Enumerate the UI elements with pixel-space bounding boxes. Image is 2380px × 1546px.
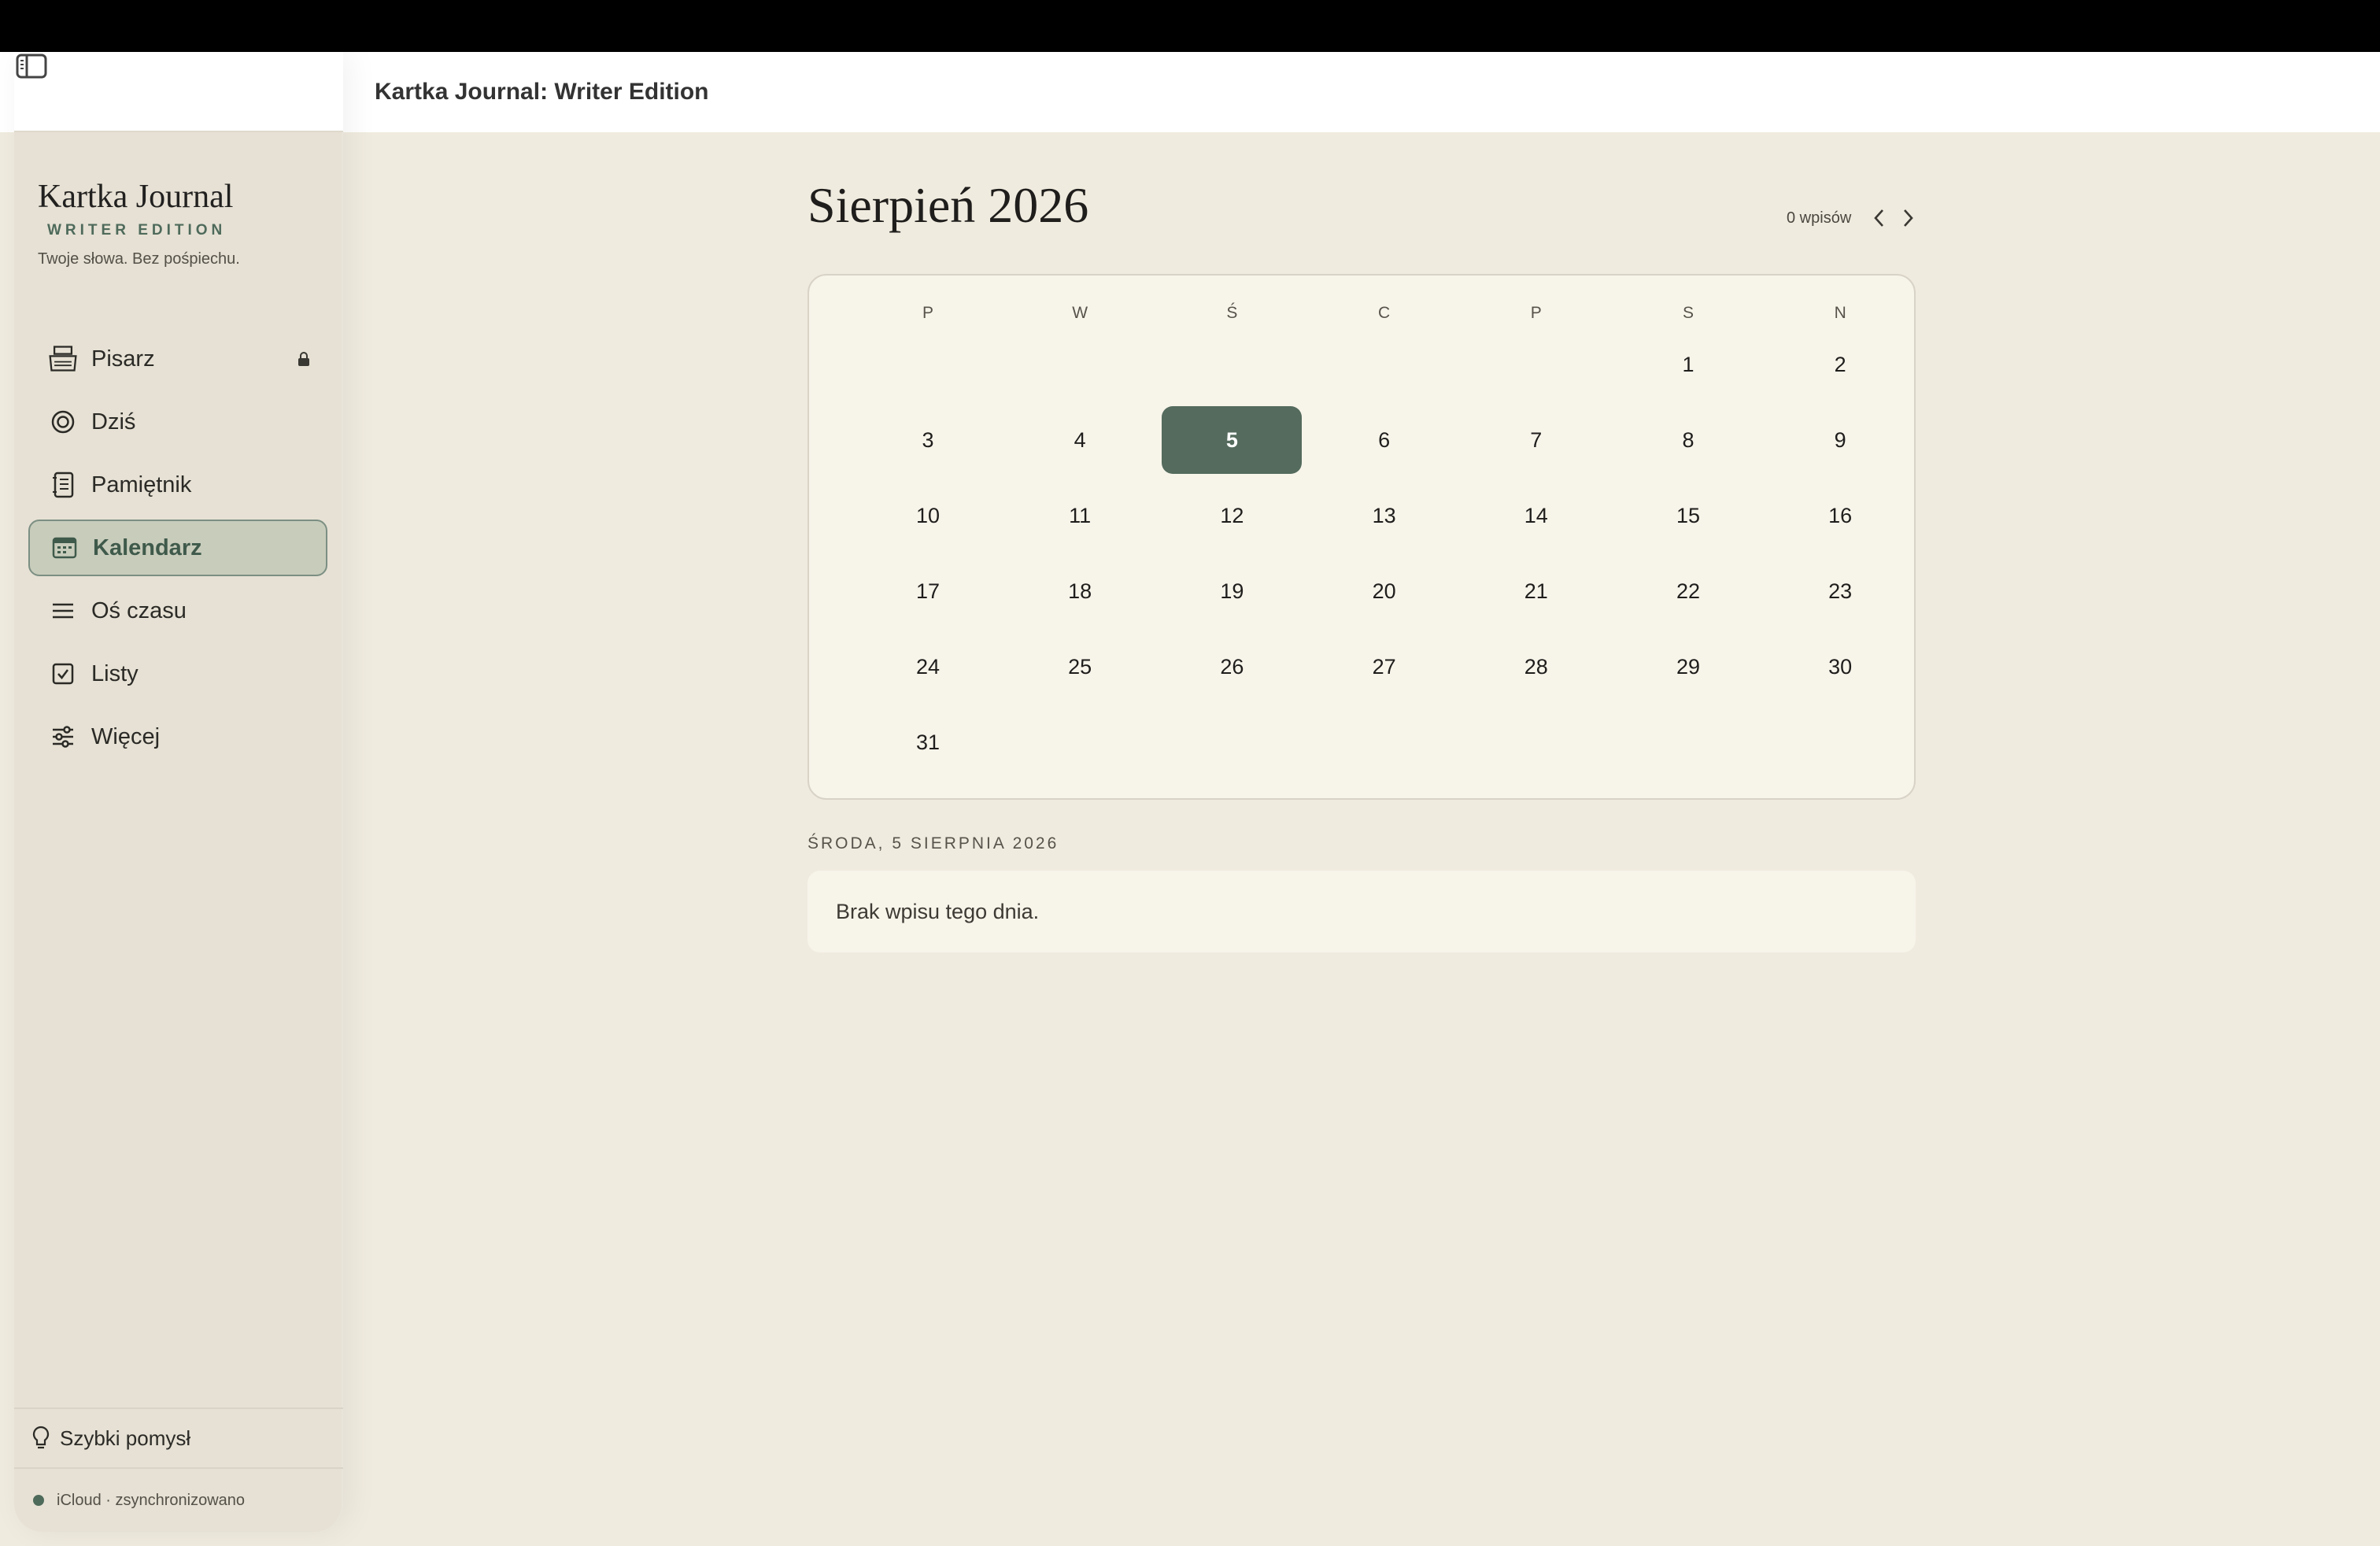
sidebar-item-label: Więcej — [91, 723, 161, 749]
calendar-day[interactable]: 22 — [1618, 557, 1758, 625]
day-entry-box[interactable]: Brak wpisu tego dnia. — [808, 871, 1916, 952]
sliders-icon — [47, 721, 79, 753]
sidebar-item-os-czasu[interactable]: Oś czasu — [28, 583, 327, 639]
weekday-header: P — [1530, 304, 1542, 322]
calendar-day[interactable]: 2 — [1770, 331, 1910, 398]
calendar-day[interactable]: 18 — [1010, 557, 1150, 625]
calendar-day[interactable]: 31 — [858, 708, 998, 776]
chevron-left-icon — [1874, 209, 1883, 227]
sync-dot-icon — [33, 1495, 44, 1506]
sidebar-item-wiecej[interactable]: Więcej — [28, 708, 327, 765]
brand-title: Kartka Journal — [38, 179, 234, 215]
calendar-day[interactable]: 16 — [1770, 482, 1910, 549]
sync-status-label: iCloud · zsynchronizowano — [57, 1491, 246, 1509]
lock-icon — [298, 351, 310, 371]
sync-status: iCloud · zsynchronizowano — [33, 1485, 245, 1516]
calendar-day[interactable]: 8 — [1618, 406, 1758, 474]
calendar-day[interactable]: 25 — [1010, 633, 1150, 701]
calendar-grid: P W Ś C P S N 1 2 3 4 5 6 7 8 9 10 11 12 13 14 15 16 17 18 19 20 21… — [808, 274, 1916, 800]
calendar-day[interactable]: 20 — [1314, 557, 1454, 625]
calendar-day[interactable]: 1 — [1618, 331, 1758, 398]
sidebar-item-label: Dziś — [91, 409, 136, 435]
calendar-icon — [49, 532, 80, 564]
calendar-day-selected[interactable]: 5 — [1162, 406, 1303, 474]
weekday-header: Ś — [1226, 304, 1238, 322]
calendar-day[interactable]: 11 — [1010, 482, 1150, 549]
entry-count: 0 wpisów — [1787, 209, 1852, 227]
sidebar-item-label: Kalendarz — [93, 534, 202, 560]
calendar-day[interactable]: 4 — [1010, 406, 1150, 474]
calendar-day[interactable]: 29 — [1618, 633, 1758, 701]
typewriter-icon — [47, 343, 79, 375]
menu-bar — [0, 0, 2380, 52]
calendar-day[interactable]: 9 — [1770, 406, 1910, 474]
calendar-day[interactable]: 7 — [1466, 406, 1606, 474]
sidebar-toggle-button[interactable] — [14, 52, 343, 84]
sidebar-item-label: Oś czasu — [91, 597, 187, 623]
checkbox-icon — [47, 658, 79, 690]
calendar-day[interactable]: 21 — [1466, 557, 1606, 625]
lines-icon — [47, 595, 79, 627]
calendar-day[interactable]: 27 — [1314, 633, 1454, 701]
title-bar: Kartka Journal: Writer Edition — [0, 52, 2380, 132]
sidebar-item-pisarz[interactable]: Pisarz — [28, 331, 327, 387]
weekday-header: P — [922, 304, 933, 322]
selected-date-heading: ŚRODA, 5 SIERPNIA 2026 — [808, 834, 1059, 853]
window-title: Kartka Journal: Writer Edition — [375, 79, 709, 105]
calendar-day[interactable]: 30 — [1770, 633, 1910, 701]
sidebar-item-listy[interactable]: Listy — [28, 645, 327, 702]
calendar-day[interactable]: 6 — [1314, 406, 1454, 474]
sidebar-item-kalendarz[interactable]: Kalendarz — [28, 520, 327, 576]
sidebar-item-dzis[interactable]: Dziś — [28, 394, 327, 450]
calendar-day[interactable]: 28 — [1466, 633, 1606, 701]
sidebar-item-label: Listy — [91, 660, 139, 686]
previous-month-button[interactable] — [1867, 205, 1890, 231]
sidebar: Kartka Journal WRITER EDITION Twoje słow… — [14, 52, 343, 1532]
sidebar-divider — [14, 1467, 343, 1469]
calendar-day[interactable]: 17 — [858, 557, 998, 625]
sidebar-header — [14, 52, 343, 132]
calendar-day[interactable]: 12 — [1162, 482, 1302, 549]
weekday-header: C — [1378, 304, 1391, 322]
calendar-day[interactable]: 15 — [1618, 482, 1758, 549]
calendar-day[interactable]: 26 — [1162, 633, 1302, 701]
brand-edition: WRITER EDITION — [47, 222, 227, 239]
target-icon — [47, 406, 79, 438]
calendar-day[interactable]: 23 — [1770, 557, 1910, 625]
calendar-day[interactable]: 10 — [858, 482, 998, 549]
empty-entry-message: Brak wpisu tego dnia. — [836, 899, 1040, 923]
weekday-header: S — [1682, 304, 1694, 322]
calendar-day[interactable]: 24 — [858, 633, 998, 701]
brand-tagline: Twoje słowa. Bez pośpiechu. — [38, 250, 240, 268]
calendar-day[interactable]: 13 — [1314, 482, 1454, 549]
calendar-day[interactable]: 3 — [858, 406, 998, 474]
next-month-button[interactable] — [1897, 205, 1920, 231]
calendar-day[interactable]: 14 — [1466, 482, 1606, 549]
notebook-icon — [47, 469, 79, 501]
weekday-header: N — [1834, 304, 1846, 322]
quick-idea-label: Szybki pomysł — [60, 1426, 191, 1450]
quick-idea-button[interactable]: Szybki pomysł — [31, 1418, 331, 1458]
sidebar-item-label: Pamiętnik — [91, 472, 192, 497]
sidebar-toggle-icon — [16, 54, 47, 79]
sidebar-item-label: Pisarz — [91, 346, 155, 372]
sidebar-divider — [14, 1407, 343, 1409]
lightbulb-icon — [32, 1426, 50, 1449]
sidebar-item-pamietnik[interactable]: Pamiętnik — [28, 457, 327, 513]
chevron-right-icon — [1904, 209, 1913, 227]
month-title: Sierpień 2026 — [808, 177, 1089, 233]
weekday-header: W — [1072, 304, 1088, 322]
calendar-day[interactable]: 19 — [1162, 557, 1302, 625]
